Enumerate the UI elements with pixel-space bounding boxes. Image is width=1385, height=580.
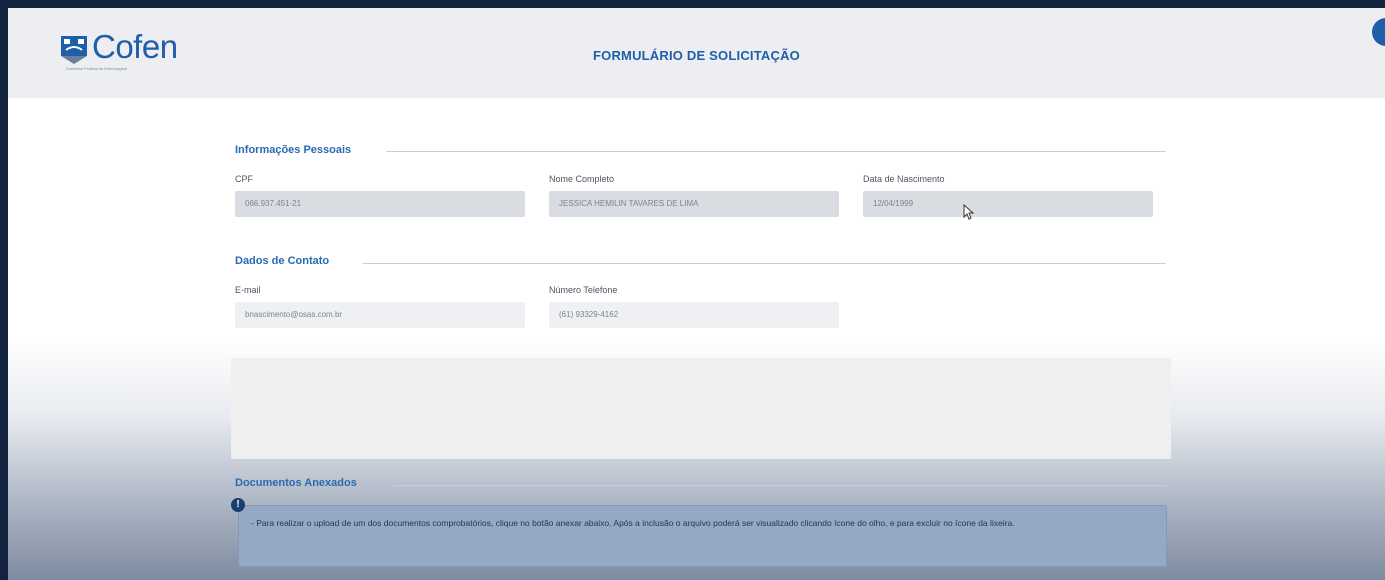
phone-field[interactable]: (61) 93329-4162 bbox=[549, 302, 839, 328]
full-name-field[interactable]: JESSICA HEMILIN TAVARES DE LIMA bbox=[549, 191, 839, 217]
section-title-documents: Documentos Anexados bbox=[235, 477, 357, 489]
section-title-contact: Dados de Contato bbox=[235, 255, 330, 267]
email-label: E-mail bbox=[235, 285, 261, 295]
mouse-cursor-icon bbox=[963, 204, 975, 220]
cpf-field[interactable]: 066.937.451-21 bbox=[235, 191, 525, 217]
logo-subtitle: Conselho Federal de Enfermagem bbox=[66, 66, 128, 71]
section-title-personal: Informações Pessoais bbox=[235, 144, 352, 156]
birth-date-field[interactable]: 12/04/1999 bbox=[863, 191, 1153, 217]
section-divider bbox=[363, 263, 1166, 264]
documents-info-box: - Para realizar o upload de um dos docum… bbox=[238, 505, 1167, 567]
section-divider bbox=[386, 151, 1166, 152]
email-field[interactable]: bnascimento@osas.com.br bbox=[235, 302, 525, 328]
full-name-label: Nome Completo bbox=[549, 174, 615, 184]
birth-date-label: Data de Nascimento bbox=[863, 174, 945, 184]
section-divider bbox=[393, 485, 1166, 486]
page-title: FORMULÁRIO DE SOLICITAÇÃO bbox=[593, 48, 800, 63]
page-header: Cofen Conselho Federal de Enfermagem FOR… bbox=[8, 8, 1385, 98]
content-panel bbox=[231, 358, 1171, 459]
phone-label: Número Telefone bbox=[549, 285, 618, 295]
application-window: Cofen Conselho Federal de Enfermagem FOR… bbox=[8, 8, 1385, 580]
info-icon: ! bbox=[231, 498, 245, 512]
cpf-label: CPF bbox=[235, 174, 253, 184]
documents-info-text: - Para realizar o upload de um dos docum… bbox=[251, 518, 1015, 528]
